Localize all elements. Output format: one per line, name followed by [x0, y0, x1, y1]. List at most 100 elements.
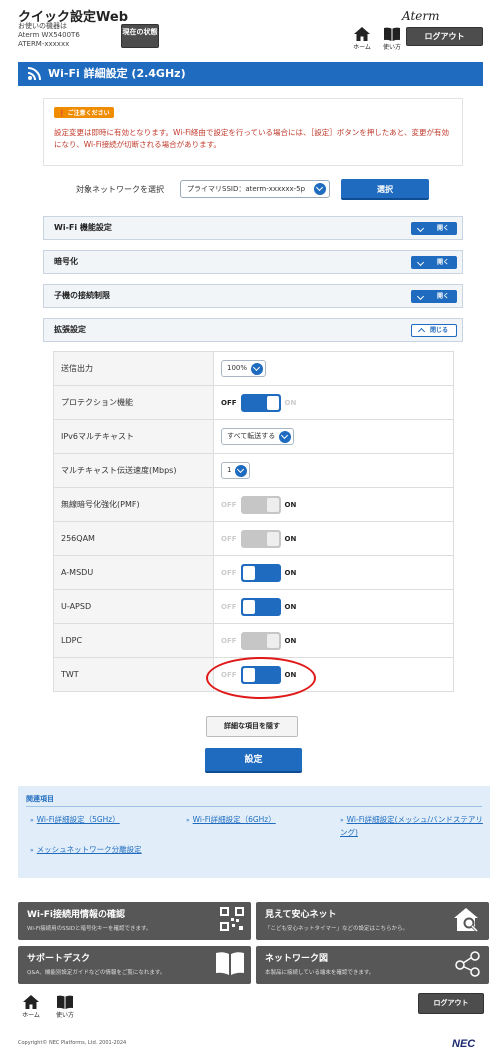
- accordion-label: 暗号化: [54, 257, 78, 266]
- toggle-switch[interactable]: [240, 597, 281, 616]
- network-icon: [455, 951, 480, 977]
- setting-control: OFF ON: [213, 623, 454, 658]
- brand-logo: Aterm: [402, 9, 440, 23]
- tile-wifi-info[interactable]: Wi-Fi接続用情報の確認 Wi-Fi接続用のSSIDと暗号化キーを確認できます…: [18, 902, 251, 940]
- multicast-rate-select[interactable]: 1: [221, 462, 251, 479]
- device-label: お使いの機器は: [18, 22, 67, 30]
- tx-power-value: 100%: [227, 364, 248, 372]
- network-select-label: 対象ネットワークを選択: [76, 185, 164, 194]
- usage-nav[interactable]: 使い方: [377, 27, 407, 51]
- tile-support-desk[interactable]: サポートデスク Q&A、機能別設定ガイドなどの情報をご覧になれます。: [18, 946, 251, 984]
- qr-code-icon: [220, 907, 244, 931]
- toggle-off-label: OFF: [221, 602, 237, 611]
- chevron-down-icon: [416, 292, 425, 301]
- accordion-advanced[interactable]: 拡張設定 閉じる: [43, 318, 463, 342]
- logout-button[interactable]: ログアウト: [418, 993, 484, 1014]
- setting-control: OFF ON: [213, 589, 454, 624]
- uapsd-toggle[interactable]: OFF ON: [221, 597, 296, 616]
- apply-button[interactable]: 設定: [205, 748, 302, 773]
- setting-label: 無線暗号化強化(PMF): [53, 487, 214, 522]
- related-links-panel: 関連項目 Wi-Fi詳細設定（5GHz） Wi-Fi詳細設定（6GHz） Wi-…: [18, 786, 490, 878]
- toggle-off-label: OFF: [221, 568, 237, 577]
- toggle-off-label: OFF: [221, 500, 237, 509]
- setting-control: OFF ON: [213, 555, 454, 590]
- nec-logo: NEC: [452, 1038, 476, 1050]
- toggle-switch[interactable]: [240, 563, 281, 582]
- home-label: ホーム: [22, 1012, 40, 1019]
- setting-label: A-MSDU: [53, 555, 214, 590]
- setting-control: 1: [213, 453, 454, 488]
- book-icon: [216, 952, 244, 975]
- toggle-on-label: ON: [284, 568, 297, 577]
- ipv6-multicast-value: すべて転送する: [227, 432, 276, 440]
- section-title: Wi-Fi 詳細設定 (2.4GHz): [48, 67, 186, 80]
- setting-control: OFF ON: [213, 487, 454, 522]
- accordion-client-limit[interactable]: 子機の接続制限 開く: [43, 284, 463, 308]
- setting-label: マルチキャスト伝送速度(Mbps): [53, 453, 214, 488]
- setting-label: 256QAM: [53, 521, 214, 556]
- tx-power-select[interactable]: 100%: [221, 360, 267, 377]
- toggle-switch: [240, 495, 281, 514]
- tile-subtitle: 「こども安心ネットタイマー」などの設定はこちらから。: [265, 926, 409, 932]
- setting-label: IPv6マルチキャスト: [53, 419, 214, 454]
- footer-home-nav[interactable]: ホーム: [16, 995, 46, 1019]
- house-search-icon: [454, 908, 479, 933]
- close-button-label: 閉じる: [429, 327, 448, 334]
- table-row: 256QAM OFF ON: [53, 521, 454, 556]
- link-mesh-isolation[interactable]: メッシュネットワーク分離設定: [30, 844, 142, 857]
- setting-control: OFF ON: [213, 385, 454, 420]
- open-button-label: 開く: [436, 225, 449, 232]
- tile-title: ネットワーク図: [265, 954, 329, 964]
- network-select[interactable]: プライマリSSID：aterm-xxxxxx-5p: [180, 180, 330, 198]
- section-header: Wi-Fi 詳細設定 (2.4GHz): [18, 62, 483, 86]
- setting-label: プロテクション機能: [53, 385, 214, 420]
- accordion-label: 拡張設定: [54, 325, 86, 334]
- chevron-down-icon: [314, 183, 326, 195]
- chevron-down-icon: [416, 258, 425, 267]
- chevron-down-icon: [251, 362, 264, 375]
- home-icon: [354, 27, 370, 41]
- copyright: Copyright© NEC Platforms, Ltd. 2001-2024: [18, 1040, 127, 1046]
- notice-badge: ❗ ご注意ください: [54, 107, 114, 118]
- multicast-rate-value: 1: [227, 466, 232, 474]
- setting-control: すべて転送する: [213, 419, 454, 454]
- network-select-value: プライマリSSID：aterm-xxxxxx-5p: [187, 185, 306, 193]
- select-button[interactable]: 選択: [341, 179, 429, 200]
- amsdu-toggle[interactable]: OFF ON: [221, 563, 297, 582]
- toggle-on-label: ON: [284, 534, 297, 543]
- logout-button[interactable]: ログアウト: [406, 27, 483, 46]
- tile-subtitle: Wi-Fi接続用のSSIDと暗号化キーを確認できます。: [27, 926, 152, 932]
- toggle-switch[interactable]: [240, 393, 281, 412]
- toggle-switch: [240, 529, 281, 548]
- protection-toggle[interactable]: OFF ON: [221, 393, 296, 412]
- device-name: ATERM-xxxxxx: [18, 40, 70, 48]
- notice-text: 設定変更は即時に有効となります。Wi-Fi経由で設定を行っている場合には、［設定…: [54, 128, 449, 149]
- setting-control: 100%: [213, 351, 454, 386]
- home-nav[interactable]: ホーム: [347, 27, 377, 51]
- toggle-off-label: OFF: [221, 398, 237, 407]
- open-button[interactable]: 開く: [411, 256, 457, 269]
- open-button[interactable]: 開く: [411, 290, 457, 303]
- accordion-encryption[interactable]: 暗号化 開く: [43, 250, 463, 274]
- notice-box: ❗ ご注意ください 設定変更は即時に有効となります。Wi-Fi経由で設定を行って…: [43, 98, 463, 166]
- hide-details-button[interactable]: 詳細な項目を隠す: [206, 716, 298, 737]
- setting-control: OFF ON: [213, 521, 454, 556]
- table-row: IPv6マルチキャスト すべて転送する: [53, 419, 454, 454]
- table-row: 送信出力 100%: [53, 351, 454, 386]
- accordion-wifi-function[interactable]: Wi-Fi 機能設定 開く: [43, 216, 463, 240]
- open-button[interactable]: 開く: [411, 222, 457, 235]
- toggle-off-label: OFF: [221, 534, 237, 543]
- link-wifi-mesh[interactable]: Wi-Fi詳細設定(メッシュ/バンドステアリング): [340, 814, 488, 839]
- toggle-on-label: ON: [284, 500, 297, 509]
- ipv6-multicast-select[interactable]: すべて転送する: [221, 428, 295, 445]
- divider: [26, 806, 482, 807]
- footer-usage-nav[interactable]: 使い方: [50, 995, 80, 1019]
- home-label: ホーム: [353, 44, 371, 51]
- close-button[interactable]: 閉じる: [411, 324, 457, 337]
- link-wifi-6ghz[interactable]: Wi-Fi詳細設定（6GHz）: [186, 814, 276, 827]
- tile-network-map[interactable]: ネットワーク図 本製品に接続している端末を確認できます。: [256, 946, 489, 984]
- open-button-label: 開く: [436, 259, 449, 266]
- status-button[interactable]: 現在の状態: [121, 24, 159, 48]
- tile-safe-net[interactable]: 見えて安心ネット 「こども安心ネットタイマー」などの設定はこちらから。: [256, 902, 489, 940]
- link-wifi-5ghz[interactable]: Wi-Fi詳細設定（5GHz）: [30, 814, 120, 827]
